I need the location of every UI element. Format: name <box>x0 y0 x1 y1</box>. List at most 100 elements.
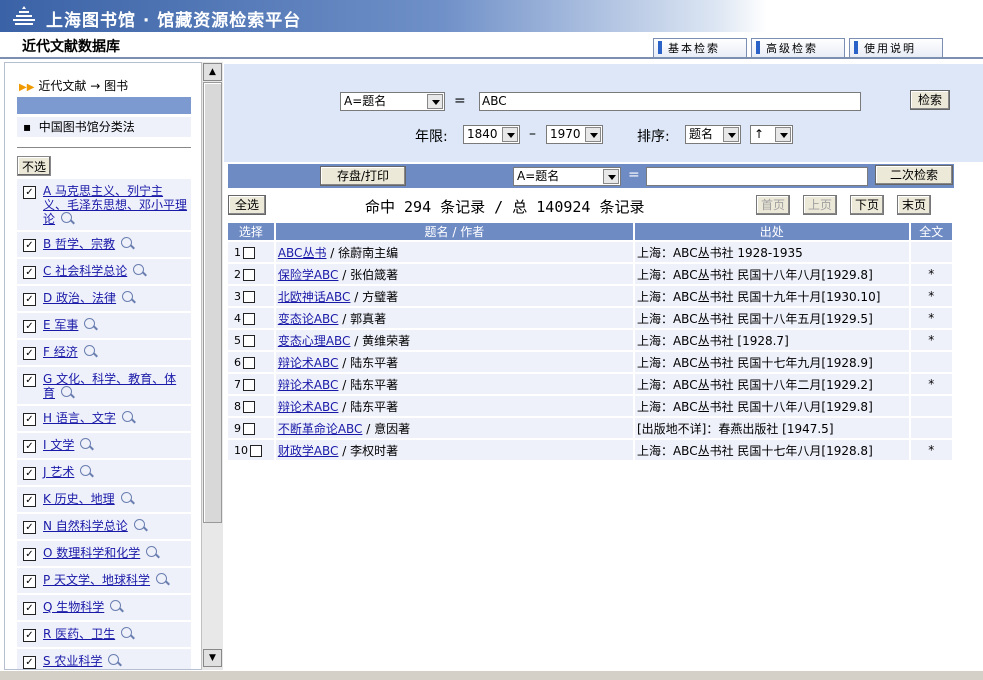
category-link[interactable]: E 军事 <box>17 313 191 336</box>
category-checkbox[interactable]: ✓ <box>23 629 36 642</box>
category-link[interactable]: F 经济 <box>17 340 191 363</box>
magnifier-icon[interactable] <box>133 264 145 275</box>
category-link[interactable]: H 语言、文字 <box>17 406 191 429</box>
category-checkbox[interactable]: ✓ <box>23 656 36 669</box>
category-checkbox[interactable]: ✓ <box>23 602 36 615</box>
category-link[interactable]: N 自然科学总论 <box>17 514 191 537</box>
author-text: / 张伯箴著 <box>338 267 399 282</box>
tab-advanced-search[interactable]: 高级检索 <box>751 38 845 57</box>
row-checkbox[interactable] <box>243 290 255 303</box>
secondary-search-input[interactable] <box>646 167 868 186</box>
secondary-field-select[interactable]: A=题名 <box>513 167 621 186</box>
row-checkbox[interactable] <box>243 422 255 435</box>
first-page-button[interactable]: 首页 <box>756 195 790 215</box>
category-checkbox[interactable]: ✓ <box>23 374 36 387</box>
row-checkbox[interactable] <box>243 312 255 325</box>
category-link[interactable]: K 历史、地理 <box>17 487 191 510</box>
library-logo-icon <box>13 6 35 25</box>
category-checkbox[interactable]: ✓ <box>23 494 36 507</box>
save-print-button[interactable]: 存盘/打印 <box>320 166 406 186</box>
magnifier-icon[interactable] <box>121 411 133 422</box>
search-field-select[interactable]: A=题名 <box>340 92 445 111</box>
magnifier-icon[interactable] <box>80 438 92 449</box>
row-checkbox[interactable] <box>243 334 255 347</box>
magnifier-icon[interactable] <box>156 573 168 584</box>
sort-order-select[interactable]: ↑ <box>750 125 793 144</box>
scroll-up-icon[interactable]: ▲ <box>203 63 222 81</box>
title-link[interactable]: 变态论ABC <box>278 312 339 326</box>
table-row: 2 保险学ABC / 张伯箴著 上海：ABC丛书社 民国十八年八月[1929.8] * <box>228 264 954 284</box>
row-checkbox[interactable] <box>243 356 255 369</box>
category-checkbox[interactable]: ✓ <box>23 413 36 426</box>
magnifier-icon[interactable] <box>121 627 133 638</box>
row-checkbox[interactable] <box>243 400 255 413</box>
category-checkbox[interactable]: ✓ <box>23 440 36 453</box>
title-link[interactable]: 辩论术ABC <box>278 356 339 370</box>
prev-page-button[interactable]: 上页 <box>803 195 837 215</box>
category-checkbox[interactable]: ✓ <box>23 467 36 480</box>
category-checkbox[interactable]: ✓ <box>23 521 36 534</box>
tab-help[interactable]: 使用说明 <box>849 38 943 57</box>
title-link[interactable]: 北欧神话ABC <box>278 290 351 304</box>
title-link[interactable]: 保险学ABC <box>278 268 339 282</box>
secondary-search-button[interactable]: 二次检索 <box>875 165 953 185</box>
category-checkbox[interactable]: ✓ <box>23 347 36 360</box>
search-input[interactable]: ABC <box>479 92 861 111</box>
magnifier-icon[interactable] <box>61 386 73 397</box>
category-checkbox[interactable]: ✓ <box>23 320 36 333</box>
category-checkbox[interactable]: ✓ <box>23 186 36 199</box>
title-link[interactable]: 不断革命论ABC <box>278 422 363 436</box>
category-link[interactable]: B 哲学、宗教 <box>17 232 191 255</box>
category-checkbox[interactable]: ✓ <box>23 575 36 588</box>
row-checkbox[interactable] <box>243 268 255 281</box>
title-link[interactable]: 辩论术ABC <box>278 378 339 392</box>
magnifier-icon[interactable] <box>110 600 122 611</box>
category-link[interactable]: P 天文学、地球科学 <box>17 568 191 591</box>
category-link[interactable]: S 农业科学 <box>17 649 191 669</box>
row-checkbox[interactable] <box>243 246 255 259</box>
category-checkbox[interactable]: ✓ <box>23 548 36 561</box>
category-checkbox[interactable]: ✓ <box>23 293 36 306</box>
category-checkbox[interactable]: ✓ <box>23 239 36 252</box>
magnifier-icon[interactable] <box>108 654 120 665</box>
category-link[interactable]: Q 生物科学 <box>17 595 191 618</box>
title-link[interactable]: ABC丛书 <box>278 246 327 260</box>
last-page-button[interactable]: 末页 <box>897 195 931 215</box>
table-row: 3 北欧神话ABC / 方璧著 上海：ABC丛书社 民国十九年十月[1930.10]… <box>228 286 954 306</box>
tab-basic-search[interactable]: 基本检索 <box>653 38 747 57</box>
next-page-button[interactable]: 下页 <box>850 195 884 215</box>
magnifier-icon[interactable] <box>133 519 145 530</box>
category-link[interactable]: G 文化、科学、教育、体育 <box>17 367 191 404</box>
scrollbar-thumb[interactable] <box>203 82 222 523</box>
title-link[interactable]: 辩论术ABC <box>278 400 339 414</box>
category-link[interactable]: J 艺术 <box>17 460 191 483</box>
year-from-select[interactable]: 1840 <box>463 125 520 144</box>
magnifier-icon[interactable] <box>84 318 96 329</box>
category-checkbox[interactable]: ✓ <box>23 266 36 279</box>
left-panel-scrollbar[interactable]: ▲ ▼ <box>201 62 223 670</box>
category-link[interactable]: A 马克思主义、列宁主义、毛泽东思想、邓小平理论 <box>17 179 191 230</box>
title-link[interactable]: 变态心理ABC <box>278 334 351 348</box>
scroll-down-icon[interactable]: ▼ <box>203 649 222 667</box>
year-to-select[interactable]: 1970 <box>546 125 603 144</box>
category-link[interactable]: O 数理科学和化学 <box>17 541 191 564</box>
category-link[interactable]: C 社会科学总论 <box>17 259 191 282</box>
category-link[interactable]: R 医药、卫生 <box>17 622 191 645</box>
category-link[interactable]: D 政治、法律 <box>17 286 191 309</box>
magnifier-icon[interactable] <box>122 291 134 302</box>
magnifier-icon[interactable] <box>146 546 158 557</box>
magnifier-icon[interactable] <box>80 465 92 476</box>
row-checkbox[interactable] <box>250 444 262 457</box>
category-link[interactable]: I 文学 <box>17 433 191 456</box>
classification-text: 中国图书馆分类法 <box>38 120 135 134</box>
magnifier-icon[interactable] <box>121 237 133 248</box>
magnifier-icon[interactable] <box>120 492 132 503</box>
search-button[interactable]: 检索 <box>910 90 950 110</box>
deselect-all-button[interactable]: 不选 <box>17 156 52 176</box>
magnifier-icon[interactable] <box>83 345 95 356</box>
title-link[interactable]: 财政学ABC <box>278 444 339 458</box>
select-all-button[interactable]: 全选 <box>228 195 266 215</box>
row-checkbox[interactable] <box>243 378 255 391</box>
sort-field-select[interactable]: 题名 <box>685 125 741 144</box>
magnifier-icon[interactable] <box>61 212 73 223</box>
